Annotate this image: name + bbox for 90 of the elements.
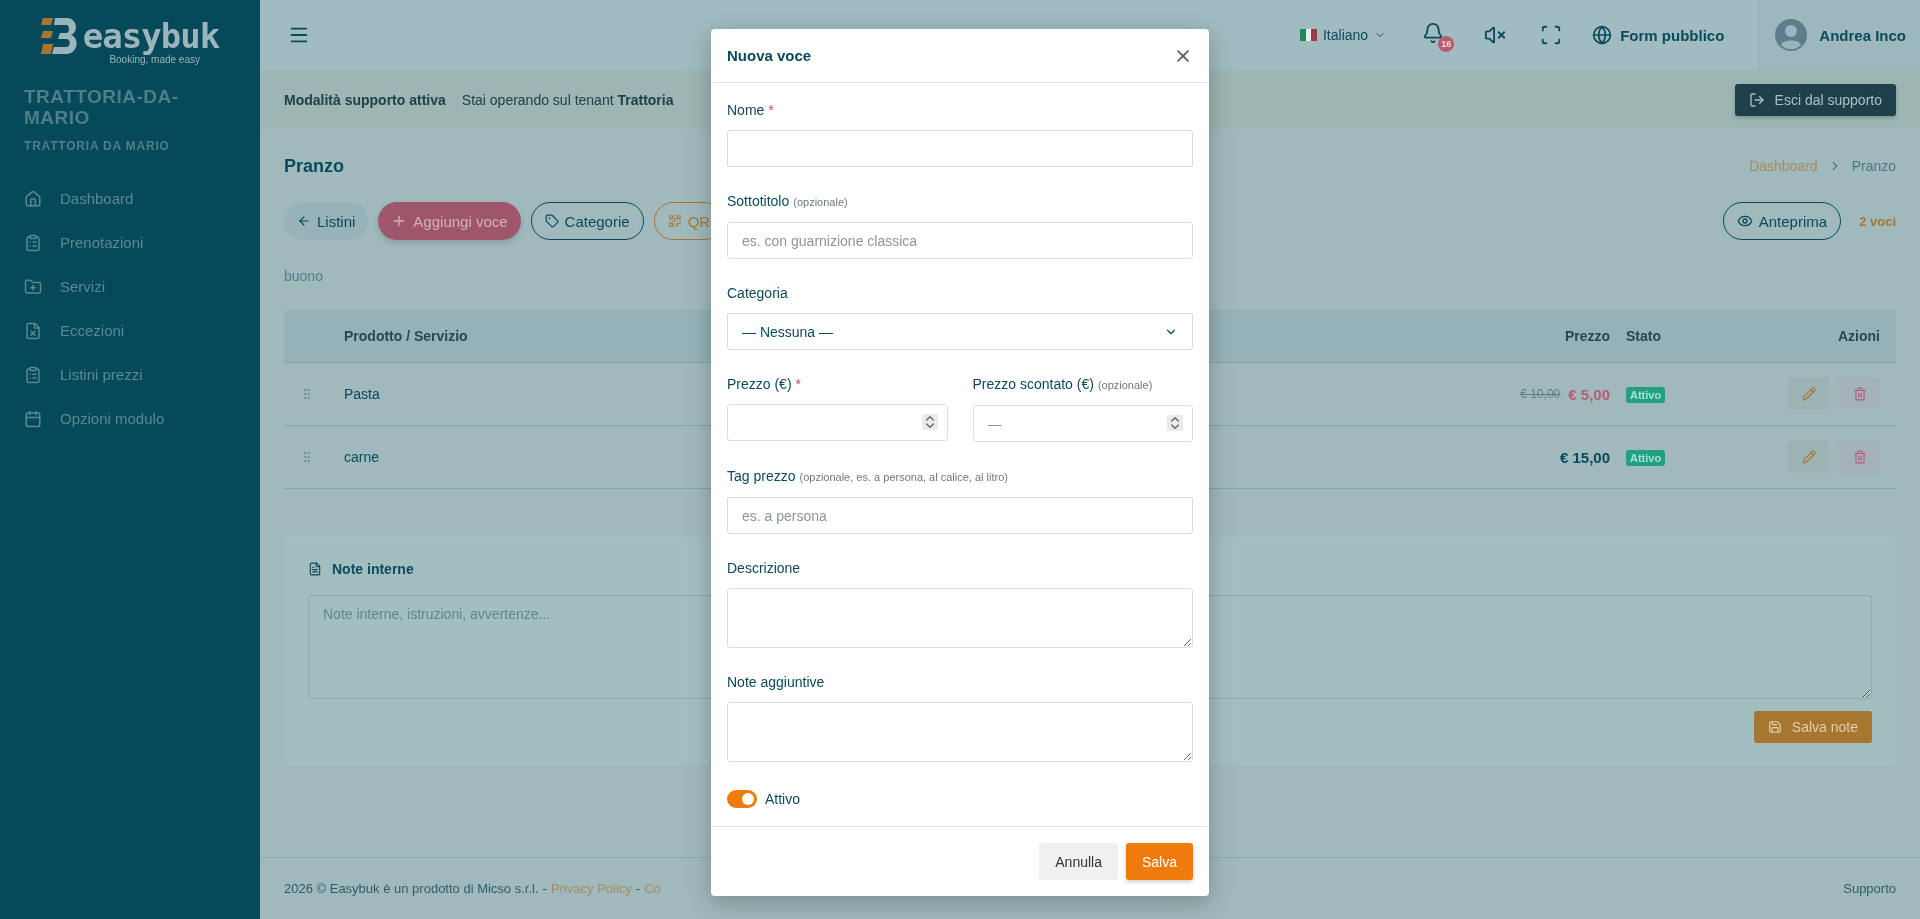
field-label: Descrizione bbox=[727, 559, 802, 577]
exit-support-button[interactable]: Esci dal supporto bbox=[1734, 84, 1896, 116]
logo-text: easybuk bbox=[82, 16, 220, 56]
sidebar-item[interactable]: Prenotazioni bbox=[24, 220, 236, 265]
public-form-link[interactable]: Form pubblico bbox=[1592, 25, 1725, 45]
tenant-slug: TRATTORIA-DA-MARIO bbox=[24, 87, 180, 129]
text-area[interactable] bbox=[727, 702, 1193, 762]
qr-code-icon bbox=[667, 214, 682, 228]
delete-button[interactable] bbox=[1839, 441, 1880, 473]
clipboard-icon bbox=[24, 365, 42, 384]
field-label: Prezzo scontato (€) (opzionale) bbox=[972, 375, 1154, 394]
text-area[interactable] bbox=[727, 588, 1193, 648]
spinner-icon[interactable] bbox=[1167, 415, 1183, 431]
save-button[interactable]: Salva bbox=[1125, 843, 1193, 880]
sidebar-item[interactable]: Eccezioni bbox=[24, 308, 236, 353]
logo-icon bbox=[40, 16, 79, 56]
cancel-button[interactable]: Annulla bbox=[1039, 843, 1118, 880]
input-field[interactable]: es. a persona bbox=[727, 497, 1193, 534]
footer-link[interactable]: Privacy Policy bbox=[550, 881, 632, 896]
pencil-icon bbox=[1801, 387, 1816, 401]
input-field[interactable]: es. con guarnizione classica bbox=[727, 222, 1193, 259]
field-label: Nome * bbox=[727, 101, 775, 119]
document-icon bbox=[24, 321, 42, 340]
separator: - bbox=[635, 881, 641, 896]
column-header: Prodotto / Servizio bbox=[344, 328, 468, 344]
price: € 5,00 bbox=[1568, 385, 1610, 403]
trash-icon bbox=[1852, 387, 1867, 401]
status-badge: Attivo bbox=[1626, 450, 1666, 466]
banner-message: Stai operando sul tenant Trattoria bbox=[461, 92, 674, 108]
toggle-label: Attivo bbox=[765, 791, 800, 807]
banner-title: Modalità supporto attiva bbox=[284, 92, 446, 108]
sidebar-item[interactable]: Dashboard bbox=[24, 176, 236, 221]
field-label: Prezzo (€) * bbox=[727, 375, 803, 393]
globe-icon bbox=[1592, 25, 1613, 45]
breadcrumb-link[interactable]: Dashboard bbox=[1749, 158, 1818, 174]
toggle-switch[interactable] bbox=[727, 790, 757, 808]
status-badge: Attivo bbox=[1626, 387, 1666, 403]
edit-button[interactable] bbox=[1788, 441, 1829, 473]
original-price: € 10,00 bbox=[1520, 387, 1561, 401]
footer-text: 2026 © Easybuk è un prodotto di Micso s.r.l. bbox=[284, 881, 539, 896]
field-label: Categoria bbox=[727, 284, 789, 302]
flag-icon bbox=[1300, 29, 1317, 41]
toolbar-button[interactable]: Aggiungi voce bbox=[378, 202, 521, 240]
tag-icon bbox=[544, 214, 559, 228]
save-icon bbox=[1767, 720, 1782, 734]
sidebar-item[interactable]: Opzioni modulo bbox=[24, 396, 236, 441]
toolbar-button[interactable]: Listini bbox=[284, 202, 369, 240]
price: € 15,00 bbox=[1559, 448, 1610, 466]
item-count: 2 voci bbox=[1859, 213, 1896, 229]
separator: - bbox=[542, 881, 547, 896]
number-field[interactable]: — bbox=[972, 405, 1193, 442]
clipboard-icon bbox=[24, 233, 42, 252]
document-icon bbox=[308, 562, 322, 576]
product-name: Pasta bbox=[344, 386, 380, 402]
page-title: Pranzo bbox=[284, 155, 344, 177]
number-field[interactable] bbox=[727, 404, 948, 441]
eye-icon bbox=[1736, 213, 1753, 229]
exit-icon bbox=[1748, 92, 1765, 108]
trash-icon bbox=[1852, 450, 1867, 464]
calendar-icon bbox=[24, 409, 42, 428]
pencil-icon bbox=[1801, 450, 1816, 464]
edit-button[interactable] bbox=[1788, 378, 1829, 410]
column-header: Prezzo bbox=[1564, 328, 1610, 344]
user-name[interactable]: Andrea Inco bbox=[1819, 26, 1906, 44]
footer-link[interactable]: Co bbox=[644, 881, 661, 896]
support-link[interactable]: Supporto bbox=[1843, 881, 1896, 896]
field-label: Sottotitolo (opzionale) bbox=[727, 192, 849, 211]
dialog-title: Nuova voce bbox=[727, 47, 812, 64]
language-selector[interactable]: Italiano bbox=[1294, 26, 1393, 44]
column-header: Stato bbox=[1626, 328, 1661, 344]
notification-button[interactable]: 16 bbox=[1418, 18, 1455, 52]
notification-count: 16 bbox=[1438, 36, 1455, 52]
breadcrumb-current: Pranzo bbox=[1851, 158, 1896, 174]
select-field[interactable]: — Nessuna — bbox=[727, 313, 1193, 350]
sidebar-item[interactable]: Servizi bbox=[24, 264, 236, 309]
avatar-icon bbox=[1775, 19, 1808, 51]
list-description: buono bbox=[284, 268, 324, 284]
delete-button[interactable] bbox=[1839, 378, 1880, 410]
notes-title: Note interne bbox=[332, 561, 414, 577]
column-header: Azioni bbox=[1838, 328, 1880, 344]
save-notes-button[interactable]: Salva note bbox=[1753, 711, 1872, 743]
product-name: carne bbox=[344, 449, 380, 465]
home-icon bbox=[24, 189, 42, 208]
field-label: Tag prezzo (opzionale, es. a persona, al calice, al litro) bbox=[727, 467, 1009, 486]
tenant-name: TRATTORIA DA MARIO bbox=[24, 138, 171, 153]
folder-plus-icon bbox=[24, 277, 42, 296]
logo-tagline: Booking, made easy bbox=[109, 54, 200, 65]
input-field[interactable] bbox=[727, 130, 1193, 167]
field-label: Note aggiuntive bbox=[727, 673, 826, 691]
sidebar-item[interactable]: Listini prezzi bbox=[24, 352, 236, 397]
